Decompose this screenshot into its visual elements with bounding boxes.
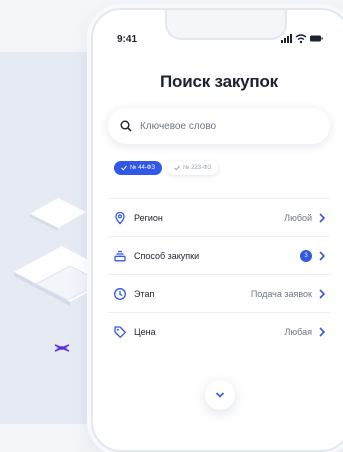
chevron-right-icon xyxy=(319,288,326,299)
filter-label: Регион xyxy=(134,212,163,223)
check-icon xyxy=(174,165,180,171)
status-time: 9:41 xyxy=(117,34,138,45)
filter-label: Способ закупки xyxy=(134,250,200,261)
filter-value: Подача заявок xyxy=(250,288,312,299)
phone-frame: 9:41 Поиск закупок № 44- xyxy=(91,8,343,452)
location-pin-icon xyxy=(115,211,125,224)
filter-value: Любая xyxy=(284,326,312,337)
page-title: Поиск закупок xyxy=(160,72,278,91)
price-tag-icon xyxy=(114,325,126,338)
wifi-icon xyxy=(295,34,307,44)
filter-row-price[interactable]: Цена Любая xyxy=(108,312,330,350)
chip-label: № 44-ФЗ xyxy=(130,165,155,171)
filter-value: Любой xyxy=(284,212,312,223)
expand-filters-button[interactable] xyxy=(205,380,235,410)
phone-notch xyxy=(165,10,287,40)
check-icon xyxy=(121,165,127,171)
filter-label: Цена xyxy=(134,326,156,337)
chip-44-fz[interactable]: № 44-ФЗ xyxy=(114,161,162,175)
search-bar[interactable] xyxy=(108,108,330,144)
chip-223-fz[interactable]: № 223-ФЗ xyxy=(166,161,219,175)
signal-icon xyxy=(281,34,292,43)
chevron-right-icon xyxy=(319,326,326,337)
filter-label: Этап xyxy=(134,288,155,299)
filter-list: Регион Любой Способ закупки 3 Этап Подач… xyxy=(108,198,330,350)
law-filter-chips: № 44-ФЗ № 223-ФЗ xyxy=(114,161,219,175)
stack-icon xyxy=(114,250,126,261)
search-input[interactable] xyxy=(138,119,322,133)
chevron-down-icon xyxy=(215,392,225,398)
count-badge: 3 xyxy=(300,249,312,262)
search-icon xyxy=(120,120,132,132)
filter-row-procurement-method[interactable]: Способ закупки 3 xyxy=(108,236,330,274)
chevron-right-icon xyxy=(319,212,326,223)
chevron-right-icon xyxy=(319,250,326,261)
filter-row-region[interactable]: Регион Любой xyxy=(108,198,330,236)
battery-icon xyxy=(310,35,323,42)
status-icons xyxy=(281,34,323,44)
chip-label: № 223-ФЗ xyxy=(182,165,212,171)
clock-icon xyxy=(114,287,126,300)
filter-row-stage[interactable]: Этап Подача заявок xyxy=(108,274,330,312)
